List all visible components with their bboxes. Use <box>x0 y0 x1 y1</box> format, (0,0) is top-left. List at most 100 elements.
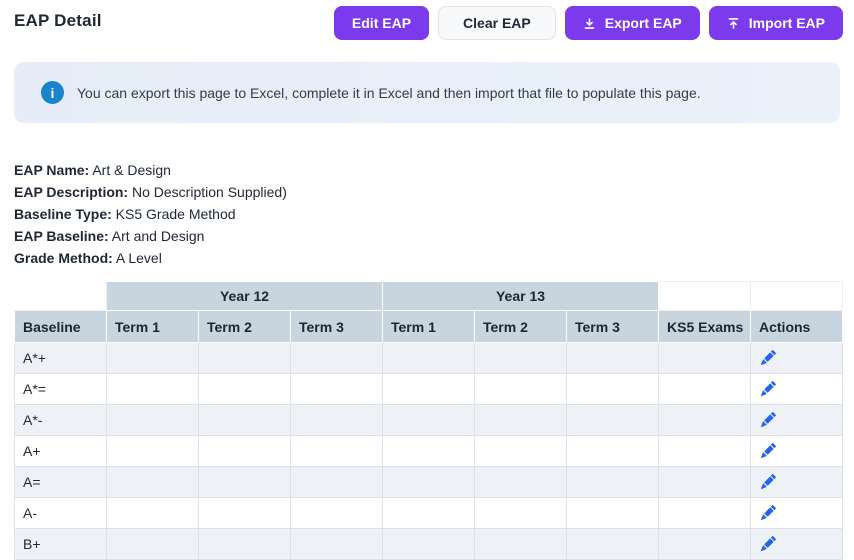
edit-eap-button-label: Edit EAP <box>351 15 412 31</box>
grade-cell <box>382 342 475 374</box>
grade-cell <box>474 342 567 374</box>
grade-cell <box>658 528 751 560</box>
grade-cell <box>198 404 291 436</box>
baseline-cell: A= <box>14 466 107 498</box>
grade-cell <box>106 435 199 467</box>
grade-cell <box>290 497 383 529</box>
column-header-y13-term1: Term 1 <box>382 310 475 343</box>
group-header-spacer <box>658 281 751 311</box>
column-header-ks5-exams: KS5 Exams <box>658 310 751 343</box>
grade-cell <box>382 404 475 436</box>
grade-cell <box>290 528 383 560</box>
pencil-icon <box>761 349 777 368</box>
column-header-row: Baseline Term 1 Term 2 Term 3 Term 1 Ter… <box>14 310 843 343</box>
edit-row-button[interactable] <box>759 472 777 489</box>
group-header-spacer <box>750 281 843 311</box>
baseline-cell: A*- <box>14 404 107 436</box>
grade-cell <box>290 435 383 467</box>
pencil-icon <box>761 504 777 523</box>
detail-value: No Description Supplied) <box>132 184 287 200</box>
actions-cell <box>750 497 843 529</box>
edit-eap-button[interactable]: Edit EAP <box>333 6 430 40</box>
grade-cell <box>474 528 567 560</box>
pencil-icon <box>761 535 777 554</box>
toolbar: Edit EAP Clear EAP Export EAP Import EAP <box>333 6 843 40</box>
actions-cell <box>750 435 843 467</box>
table-row: A*= <box>14 373 843 405</box>
column-header-y12-term1: Term 1 <box>106 310 199 343</box>
page-title: EAP Detail <box>14 11 102 30</box>
table-row: A+ <box>14 435 843 467</box>
detail-line-eap-baseline: EAP Baseline: Art and Design <box>14 225 840 247</box>
import-eap-button[interactable]: Import EAP <box>708 6 843 40</box>
grade-table: Year 12 Year 13 Baseline Term 1 Term 2 T… <box>14 281 843 560</box>
grade-cell <box>474 404 567 436</box>
detail-label: EAP Name: <box>14 162 90 178</box>
detail-label: EAP Baseline: <box>14 228 109 244</box>
detail-label: EAP Description: <box>14 184 129 200</box>
year13-group-header: Year 13 <box>382 281 659 311</box>
grade-cell <box>106 404 199 436</box>
clear-eap-button-label: Clear EAP <box>463 15 531 31</box>
pencil-icon <box>761 380 777 399</box>
baseline-cell: A*+ <box>14 342 107 374</box>
grade-cell <box>566 528 659 560</box>
grade-cell <box>658 373 751 405</box>
detail-line-eap-name: EAP Name: Art & Design <box>14 159 840 181</box>
grade-cell <box>106 528 199 560</box>
detail-value: Art and Design <box>111 228 205 244</box>
grade-cell <box>198 528 291 560</box>
detail-label: Baseline Type: <box>14 206 112 222</box>
info-banner: i You can export this page to Excel, com… <box>14 62 840 123</box>
grade-cell <box>566 466 659 498</box>
export-eap-button-label: Export EAP <box>604 15 682 31</box>
clear-eap-button[interactable]: Clear EAP <box>438 6 556 40</box>
column-header-actions: Actions <box>750 310 843 343</box>
grade-cell <box>290 373 383 405</box>
grade-cell <box>290 342 383 374</box>
baseline-cell: A*= <box>14 373 107 405</box>
edit-row-button[interactable] <box>759 348 777 368</box>
table-row: A*+ <box>14 342 843 374</box>
upload-icon <box>727 17 740 30</box>
table-row: A- <box>14 497 843 529</box>
grade-cell <box>658 466 751 498</box>
info-icon: i <box>41 81 64 104</box>
group-header-row: Year 12 Year 13 <box>14 281 843 311</box>
grade-cell <box>198 342 291 374</box>
grade-cell <box>474 435 567 467</box>
edit-row-button[interactable] <box>759 503 777 523</box>
detail-label: Grade Method: <box>14 250 113 266</box>
grade-cell <box>658 497 751 529</box>
baseline-cell: A+ <box>14 435 107 467</box>
grade-table-body: A*+ A*= A*- A+ A= A- B+ <box>14 342 843 560</box>
pencil-icon <box>761 411 777 430</box>
export-eap-button[interactable]: Export EAP <box>564 6 700 40</box>
edit-row-button[interactable] <box>759 410 777 430</box>
edit-row-button[interactable] <box>759 379 777 399</box>
eap-details: EAP Name: Art & Design EAP Description: … <box>14 159 840 269</box>
column-header-y13-term3: Term 3 <box>566 310 659 343</box>
grade-cell <box>382 528 475 560</box>
detail-line-eap-description: EAP Description: No Description Supplied… <box>14 181 840 203</box>
grade-cell <box>474 497 567 529</box>
import-eap-button-label: Import EAP <box>748 15 825 31</box>
edit-row-button[interactable] <box>759 441 777 458</box>
grade-cell <box>382 435 475 467</box>
column-header-y13-term2: Term 2 <box>474 310 567 343</box>
actions-cell <box>750 373 843 405</box>
info-banner-text: You can export this page to Excel, compl… <box>77 84 701 101</box>
actions-cell <box>750 342 843 374</box>
grade-cell <box>290 404 383 436</box>
actions-cell <box>750 466 843 498</box>
grade-cell <box>474 373 567 405</box>
grade-cell <box>382 497 475 529</box>
edit-row-button[interactable] <box>759 534 777 554</box>
table-row: A= <box>14 466 843 498</box>
table-row: B+ <box>14 528 843 560</box>
grade-cell <box>106 466 199 498</box>
actions-cell <box>750 528 843 560</box>
grade-cell <box>198 435 291 467</box>
grade-cell <box>566 404 659 436</box>
grade-cell <box>658 404 751 436</box>
